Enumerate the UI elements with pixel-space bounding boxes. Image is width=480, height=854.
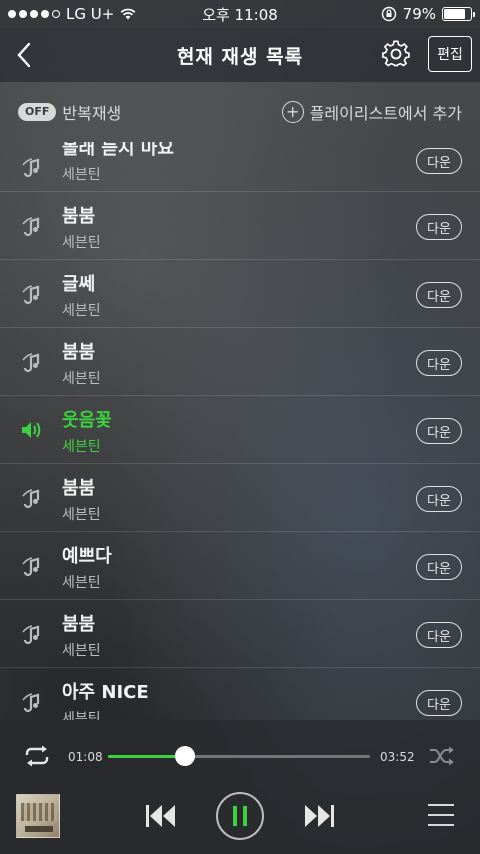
track-title: 붐붐 [62,478,96,499]
status-left: LG U+ [8,5,136,23]
track-artist: 세븐틴 [62,711,101,720]
edit-button[interactable]: 편집 [428,36,472,72]
status-right: 79% [381,5,475,23]
progress-bar[interactable] [108,755,370,758]
track-artist: 세븐틴 [62,167,101,183]
progress-fill [108,755,185,758]
track-title: 웃음꽃 [62,410,112,431]
track-title: 붐붐 [62,342,96,363]
download-button[interactable]: 다운 [416,282,462,308]
back-button[interactable] [10,38,38,72]
controls-row [0,792,480,842]
track-row-now-playing[interactable]: 웃음꽃 세븐틴 다운 [0,396,480,464]
track-title: 예쁘다 [62,546,112,567]
pause-button[interactable] [216,792,264,840]
status-bar: LG U+ 오후 11:08 79% [0,0,480,28]
track-artist: 세븐틴 [62,371,101,387]
music-note-icon [20,282,44,306]
music-note-icon [20,155,44,179]
music-note-icon [20,214,44,238]
wifi-icon [120,8,136,20]
track-row[interactable]: 붐붐 세븐틴 다운 [0,192,480,260]
repeat-label: 반복재생 [62,104,122,123]
track-title: 붐붐 [62,206,96,227]
track-artist: 세븐틴 [62,303,101,319]
player-bar: 01:08 03:52 [0,720,480,854]
skip-next-icon [305,805,334,827]
track-artist: 세븐틴 [62,507,101,523]
chevron-left-icon [17,42,31,68]
shuffle-icon [430,746,454,766]
progress-row: 01:08 03:52 [0,742,480,770]
progress-knob[interactable] [174,746,195,766]
track-title: 붐붐 [62,614,96,635]
playlist-options: OFF 반복재생 + 플레이리스트에서 추가 [0,92,480,132]
track-row[interactable]: 글쎄 세븐틴 다운 [0,260,480,328]
download-button[interactable]: 다운 [416,214,462,240]
menu-line [428,804,454,806]
track-row[interactable]: 붐붐 세븐틴 다운 [0,464,480,532]
track-title: 볼래 듣지 마요 [62,142,174,159]
download-button[interactable]: 다운 [416,148,462,174]
track-row[interactable]: 볼래 듣지 마요 세븐틴 다운 [0,142,480,192]
download-button[interactable]: 다운 [416,418,462,444]
menu-line [428,814,454,816]
settings-button[interactable] [378,36,414,72]
speaker-playing-icon [20,418,44,442]
music-note-icon [20,350,44,374]
track-artist: 세븐틴 [62,643,101,659]
track-artist: 세븐틴 [62,439,101,455]
music-note-icon [20,622,44,646]
music-note-icon [20,690,44,714]
track-row[interactable]: 예쁘다 세븐틴 다운 [0,532,480,600]
download-button[interactable]: 다운 [416,554,462,580]
music-note-icon [20,554,44,578]
gear-icon [382,40,410,67]
rotation-lock-icon [381,6,396,22]
track-title: 글쎄 [62,274,96,295]
album-art[interactable] [16,794,60,838]
battery-percent: 79% [402,5,436,23]
repeat-button[interactable] [22,744,52,772]
header: 현재 재생 목록 편집 [0,28,480,82]
repeat-toggle[interactable]: OFF 반복재생 [18,100,121,124]
shuffle-button[interactable] [428,744,456,772]
repeat-toggle-switch[interactable]: OFF [18,103,57,121]
download-button[interactable]: 다운 [416,622,462,648]
battery-fill [444,9,465,19]
track-artist: 세븐틴 [62,235,101,251]
current-time: 01:08 [68,750,103,764]
add-from-playlist-button[interactable]: + 플레이리스트에서 추가 [281,100,462,124]
track-row[interactable]: 아주 NICE 세븐틴 다운 [0,668,480,720]
download-button[interactable]: 다운 [416,350,462,376]
plus-circle-icon: + [281,101,304,123]
skip-previous-icon [146,805,175,827]
download-button[interactable]: 다운 [416,486,462,512]
battery-icon [442,7,475,21]
next-button[interactable] [302,802,336,834]
track-artist: 세븐틴 [62,575,101,591]
page-title: 현재 재생 목록 [176,45,304,68]
menu-button[interactable] [428,804,454,826]
track-row[interactable]: 붐붐 세븐틴 다운 [0,600,480,668]
previous-button[interactable] [144,802,178,834]
track-list[interactable]: 볼래 듣지 마요 세븐틴 다운 붐붐 세븐틴 다운 글쎄 세븐틴 다운 붐붐 세… [0,142,480,720]
track-row[interactable]: 붐붐 세븐틴 다운 [0,328,480,396]
total-time: 03:52 [380,750,415,764]
music-note-icon [20,486,44,510]
repeat-icon [25,745,49,767]
download-button[interactable]: 다운 [416,690,462,716]
pause-icon [233,806,247,826]
menu-line [428,824,454,826]
track-title: 아주 NICE [62,682,149,703]
signal-strength-icon [8,10,60,18]
carrier-name: LG U+ [66,5,115,23]
add-from-playlist-label: 플레이리스트에서 추가 [309,104,462,123]
